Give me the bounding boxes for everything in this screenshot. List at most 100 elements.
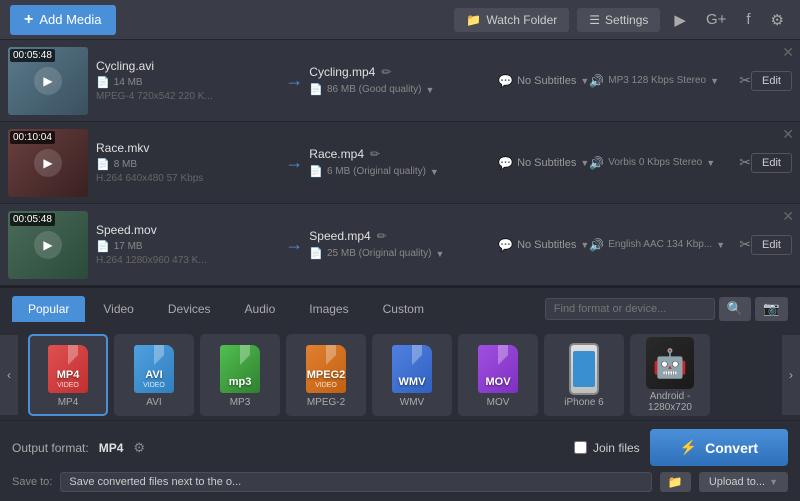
mpeg2-label-text: MPEG2 (307, 369, 346, 381)
subtitle-dropdown[interactable]: ▼ (580, 240, 589, 250)
output-doc-icon: 📄 (309, 165, 323, 178)
format-tab-images[interactable]: Images (293, 296, 364, 322)
mov-label-text: MOV (485, 376, 510, 388)
subtitle-icon: 💬 (498, 156, 513, 170)
subtitle-icon: 💬 (498, 74, 513, 88)
edit-button[interactable]: Edit (751, 235, 792, 255)
remove-file-button[interactable]: ✕ (782, 44, 794, 61)
settings-button[interactable]: ☰ Settings (577, 8, 660, 32)
play-button[interactable]: ▶ (34, 67, 62, 95)
plus-icon: + (24, 11, 33, 29)
edit-name-icon[interactable]: ✏ (377, 229, 387, 243)
scissors-button[interactable]: ✂ (739, 154, 751, 171)
format-card-label: MOV (487, 397, 510, 408)
mov-doc-icon: MOV (478, 345, 518, 393)
output-size-dropdown[interactable]: ▼ (435, 249, 444, 259)
play-button[interactable]: ▶ (34, 231, 62, 259)
thumbnail: 00:05:48 ▶ (8, 47, 88, 115)
watch-folder-button[interactable]: 📁 Watch Folder (454, 8, 569, 32)
format-tab-popular[interactable]: Popular (12, 296, 85, 322)
scissors-button[interactable]: ✂ (739, 236, 751, 253)
audio-section: 🔊 MP3 128 Kbps Stereo ▼ (589, 74, 739, 88)
audio-dropdown[interactable]: ▼ (706, 158, 715, 168)
format-card-mp3[interactable]: mp3 MP3 (200, 334, 280, 416)
arrow-icon: → (285, 70, 303, 91)
output-size-dropdown[interactable]: ▼ (426, 85, 435, 95)
format-card-android---1280x720[interactable]: 🤖 Android - 1280x720 (630, 334, 710, 416)
format-search: 🔍 📷 (545, 297, 788, 321)
audio-dropdown[interactable]: ▼ (716, 240, 725, 250)
format-search-input[interactable] (545, 298, 715, 320)
output-size-row: 📄 86 MB (Good quality) ▼ (309, 83, 469, 96)
format-card-mpeg-2[interactable]: MPEG2 VIDEO MPEG-2 (286, 334, 366, 416)
format-card-mov[interactable]: MOV MOV (458, 334, 538, 416)
edit-name-icon[interactable]: ✏ (370, 147, 380, 161)
output-size-dropdown[interactable]: ▼ (430, 167, 439, 177)
avi-doc-icon: AVI VIDEO (134, 345, 174, 393)
file-name-row: Speed.mov (96, 223, 271, 237)
join-files-checkbox[interactable] (574, 441, 587, 454)
bottom-row2: Save to: 📁 Upload to... ▼ (12, 472, 788, 492)
output-settings-button[interactable]: ⚙ (133, 440, 145, 456)
format-card-mp4[interactable]: MP4 VIDEO MP4 (28, 334, 108, 416)
duration-badge: 00:05:48 (10, 213, 55, 226)
subtitle-dropdown[interactable]: ▼ (580, 76, 589, 86)
edit-button[interactable]: Edit (751, 71, 792, 91)
nav-next-arrow[interactable]: › (782, 335, 800, 415)
file-info: Speed.mov 📄 17 MB H.264 1280x960 473 K..… (88, 223, 279, 266)
format-browse-button[interactable]: 📷 (755, 297, 788, 321)
scissors-button[interactable]: ✂ (739, 72, 751, 89)
file-list: 00:05:48 ▶ Cycling.avi 📄 14 MB MPEG-4 72… (0, 40, 800, 286)
file-meta: 📄 8 MB (96, 158, 271, 171)
edit-name-icon[interactable]: ✏ (381, 65, 391, 79)
mp3-card-icon: mp3 (216, 343, 264, 395)
format-card-iphone-6[interactable]: iPhone 6 (544, 334, 624, 416)
add-media-button[interactable]: + Add Media (10, 5, 116, 35)
upload-button[interactable]: Upload to... ▼ (699, 472, 788, 492)
save-path-input[interactable] (60, 472, 652, 492)
output-size: 6 MB (Original quality) (327, 166, 426, 177)
file-doc-icon: 📄 (96, 240, 110, 253)
convert-icon: ⚡ (680, 439, 697, 456)
format-card-label: WMV (400, 397, 424, 408)
file-meta: 📄 17 MB (96, 240, 271, 253)
upload-label: Upload to... (709, 476, 765, 488)
format-card-avi[interactable]: AVI VIDEO AVI (114, 334, 194, 416)
output-section: Cycling.mp4 ✏ 📄 86 MB (Good quality) ▼ (309, 65, 469, 96)
format-tab-devices[interactable]: Devices (152, 296, 227, 322)
play-button[interactable]: ▶ (34, 149, 62, 177)
mp4-card-icon: MP4 VIDEO (44, 343, 92, 395)
file-row: 00:10:04 ▶ Race.mkv 📄 8 MB H.264 640x480… (0, 122, 800, 204)
format-tab-custom[interactable]: Custom (367, 296, 440, 322)
nav-prev-arrow[interactable]: ‹ (0, 335, 18, 415)
subtitle-value: No Subtitles (517, 239, 576, 251)
subtitle-section: 💬 No Subtitles ▼ (469, 156, 589, 170)
remove-file-button[interactable]: ✕ (782, 208, 794, 225)
audio-dropdown[interactable]: ▼ (710, 76, 719, 86)
facebook-icon-button[interactable]: f (740, 7, 756, 32)
convert-button[interactable]: ⚡ Convert (650, 429, 788, 466)
mpeg2-doc-icon: MPEG2 VIDEO (306, 345, 346, 393)
file-codec: H.264 640x480 57 Kbps (96, 173, 271, 184)
gear-icon-button[interactable]: ⚙ (765, 7, 790, 33)
arrow-icon: → (285, 152, 303, 173)
file-codec: H.264 1280x960 473 K... (96, 255, 271, 266)
format-tab-video[interactable]: Video (87, 296, 149, 322)
format-card-wmv[interactable]: WMV WMV (372, 334, 452, 416)
duration-badge: 00:10:04 (10, 131, 55, 144)
format-tab-audio[interactable]: Audio (229, 296, 292, 322)
format-tabs: PopularVideoDevicesAudioImagesCustom 🔍 📷 (0, 296, 800, 322)
wmv-label-text: WMV (399, 376, 426, 388)
format-search-button[interactable]: 🔍 (719, 297, 752, 321)
browse-folder-button[interactable]: 📁 (660, 472, 691, 492)
gplus-icon-button[interactable]: G+ (700, 7, 732, 32)
output-format-value: MP4 (99, 441, 124, 455)
output-name-row: Speed.mp4 ✏ (309, 229, 469, 243)
remove-file-button[interactable]: ✕ (782, 126, 794, 143)
subtitle-dropdown[interactable]: ▼ (580, 158, 589, 168)
file-row: 00:05:48 ▶ Cycling.avi 📄 14 MB MPEG-4 72… (0, 40, 800, 122)
edit-button[interactable]: Edit (751, 153, 792, 173)
format-card-label: MP4 (58, 397, 79, 408)
youtube-icon-button[interactable]: ▶ (668, 7, 692, 33)
join-files-checkbox-label[interactable]: Join files (574, 441, 640, 455)
